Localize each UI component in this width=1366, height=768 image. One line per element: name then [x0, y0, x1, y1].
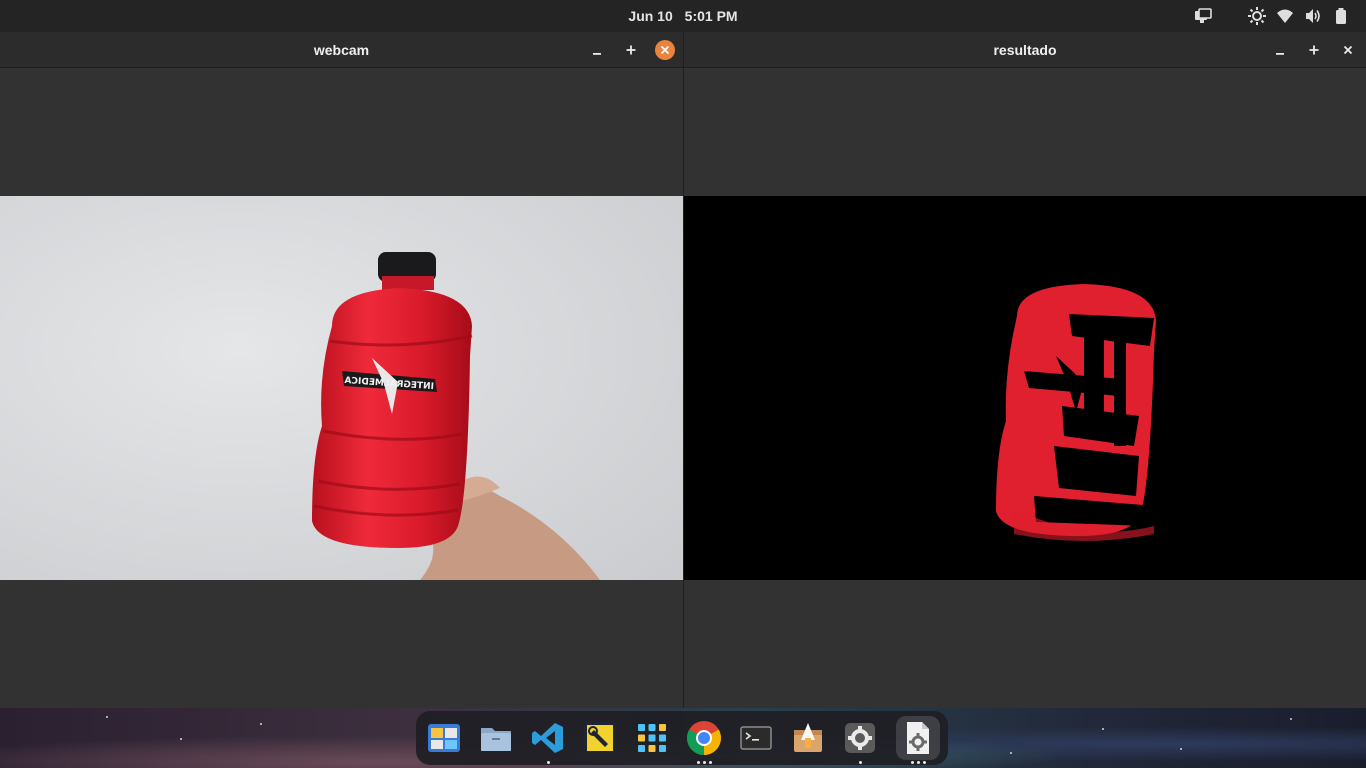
masked-bottle: [996, 284, 1156, 541]
screen-share-icon[interactable]: [1194, 7, 1212, 25]
webcam-frame: INTEGRALMEDICA: [0, 196, 683, 580]
clock-time: 5:01 PM: [684, 8, 738, 24]
dock-document-settings[interactable]: [896, 716, 940, 764]
dock-settings[interactable]: [838, 716, 882, 764]
terminal-icon: [740, 726, 772, 750]
dock-tweaks[interactable]: [578, 716, 622, 760]
window-title: webcam: [313, 42, 370, 58]
app-grid-icon: [638, 724, 666, 752]
minimize-button[interactable]: [1270, 40, 1290, 60]
battery-icon[interactable]: [1334, 7, 1348, 25]
dock-installer[interactable]: [786, 716, 830, 760]
chrome-icon: [687, 721, 721, 755]
maximize-button[interactable]: [621, 40, 641, 60]
dock-app-grid[interactable]: [630, 716, 674, 760]
dock-files[interactable]: [474, 716, 518, 760]
top-bar: Jun 10 5:01 PM: [0, 0, 1366, 32]
folder-icon: [481, 728, 511, 751]
volume-icon[interactable]: [1304, 7, 1322, 25]
resultado-frame: [684, 196, 1366, 580]
webcam-titlebar[interactable]: webcam: [0, 32, 683, 68]
clock-date: Jun 10: [628, 8, 673, 24]
close-icon: [1343, 45, 1353, 55]
dock-vscode[interactable]: [526, 716, 570, 764]
brightness-icon[interactable]: [1248, 7, 1266, 25]
resultado-window[interactable]: resultado: [683, 32, 1366, 708]
workspaces-icon: [428, 724, 460, 752]
dock: [416, 711, 948, 765]
webcam-window[interactable]: webcam INTEGRALMEDICA: [0, 32, 683, 708]
close-button[interactable]: [1338, 40, 1358, 60]
settings-icon: [845, 723, 875, 753]
close-button[interactable]: [655, 40, 675, 60]
window-title: resultado: [993, 42, 1057, 58]
tweaks-icon: [584, 722, 616, 754]
minimize-button[interactable]: [587, 40, 607, 60]
dock-workspaces[interactable]: [422, 716, 466, 760]
clock[interactable]: Jun 10 5:01 PM: [0, 0, 1366, 32]
dock-chrome[interactable]: [682, 716, 726, 764]
close-icon: [660, 45, 670, 55]
vscode-icon: [532, 723, 563, 753]
installer-icon: [794, 723, 822, 752]
maximize-button[interactable]: [1304, 40, 1324, 60]
dock-terminal[interactable]: [734, 716, 778, 760]
wifi-icon[interactable]: [1276, 7, 1294, 25]
document-gear-icon: [907, 722, 929, 754]
resultado-titlebar[interactable]: resultado: [684, 32, 1366, 68]
